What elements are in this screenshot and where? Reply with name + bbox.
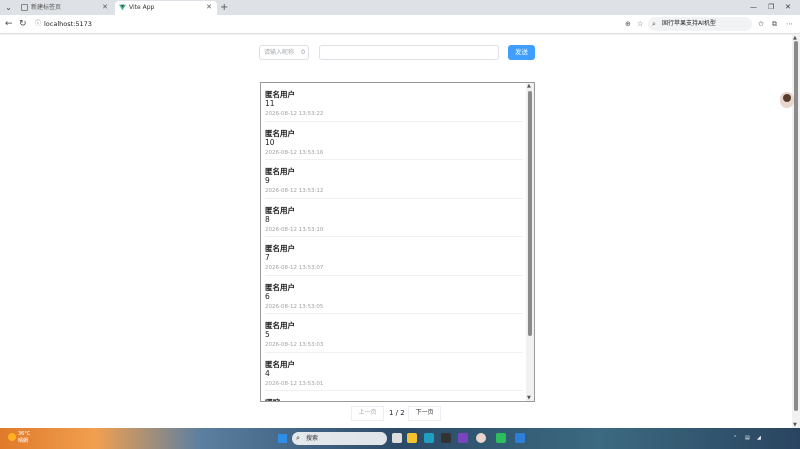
bookmark-star-icon[interactable]: ☆: [637, 17, 643, 31]
edge-browser-icon[interactable]: [424, 433, 434, 443]
file-explorer-icon[interactable]: [407, 433, 417, 443]
scrollbar-thumb[interactable]: [528, 91, 532, 336]
network-icon[interactable]: ▤: [745, 435, 750, 441]
new-tab-page-icon: [21, 4, 28, 11]
avatar-app-icon[interactable]: [476, 433, 486, 443]
tab-label: 新建标签页: [31, 4, 62, 11]
browser-tab-bar: ⌄ 新建标签页 ✕ Vite App ✕ + — ❐ ✕: [0, 0, 800, 15]
pagination: 上一页 1 / 2 下一页: [351, 406, 441, 422]
message-time: 2026-08-12 13:53:16: [265, 149, 324, 156]
message-item: 匿名用户 4 2026-08-12 13:53:01: [265, 353, 523, 391]
message-list[interactable]: 匿名用户 11 2026-08-12 13:53:22 匿名用户 10 2026-08-1…: [260, 82, 535, 402]
message-item: 哪咤: [265, 391, 523, 401]
taskbar-search[interactable]: ⌕ 搜索: [292, 432, 387, 445]
weather-temp: 36°C: [18, 431, 31, 437]
message-content: 11: [265, 99, 275, 108]
close-tab-icon[interactable]: ✕: [206, 1, 212, 14]
task-view-icon[interactable]: [392, 433, 402, 443]
scroll-up-arrow-icon[interactable]: ▲: [527, 83, 531, 89]
weather-widget[interactable]: 36°C 晴朗: [8, 431, 30, 445]
message-content: 9: [265, 176, 270, 185]
search-icon: ⌕: [652, 20, 656, 28]
message-item: 匿名用户 7 2026-08-12 13:53:07: [265, 237, 523, 276]
scroll-down-arrow-icon[interactable]: ▼: [527, 395, 531, 401]
message-item: 匿名用户 6 2026-08-12 13:53:05: [265, 276, 523, 314]
tab-vite-app[interactable]: Vite App ✕: [115, 1, 217, 15]
message-time: 2026-08-12 13:53:03: [265, 342, 324, 348]
prev-page-button[interactable]: 上一页: [351, 406, 384, 421]
message-list-scrollbar[interactable]: ▲ ▼: [526, 83, 534, 401]
message-content: 7: [265, 253, 270, 262]
minimize-icon[interactable]: —: [750, 1, 757, 14]
taskbar-search-label: 搜索: [306, 435, 319, 442]
message-content: 4: [265, 368, 270, 378]
page-content: 请输入昵称 0 发送 匿名用户 11 2026-08-12 13:53:22 匿名用户…: [0, 35, 792, 428]
page-scrollbar-thumb[interactable]: [794, 41, 798, 411]
windows-start-icon[interactable]: [278, 434, 287, 443]
url-text: localhost:5173: [44, 20, 92, 28]
message-time: 2026-08-12 13:53:05: [265, 303, 324, 310]
vscode-icon[interactable]: [515, 433, 525, 443]
search-icon: ⌕: [296, 434, 300, 442]
message-content: 10: [265, 137, 275, 147]
message-item: 匿名用户 5 2026-08-12 13:53:03: [265, 314, 523, 353]
nickname-placeholder: 请输入昵称: [264, 49, 295, 56]
message-item: 匿名用户 8 2026-08-12 13:53:10: [265, 199, 523, 237]
tab-label: Vite App: [129, 4, 155, 11]
browser-toolbar: ← ↻ ⓘ localhost:5173 ⊕ ☆ ⌕ 国行苹果支持AI机型 ✩ …: [0, 15, 800, 34]
next-page-button[interactable]: 下一页: [408, 406, 441, 421]
message-content: 5: [265, 330, 270, 339]
zoom-icon[interactable]: ⊕: [625, 17, 631, 31]
vue-logo-icon: [119, 4, 126, 11]
send-button[interactable]: 发送: [508, 45, 535, 60]
tab-list-chevron-icon[interactable]: ⌄: [3, 2, 14, 13]
nickname-input[interactable]: 请输入昵称 0: [259, 45, 309, 60]
reload-icon[interactable]: ↻: [19, 18, 27, 30]
message-time: 2026-08-12 13:53:07: [265, 265, 324, 271]
message-item: 匿名用户 9 2026-08-12 13:53:12: [265, 160, 523, 199]
search-suggestion-text: 国行苹果支持AI机型: [662, 20, 716, 27]
message-author: 哪咤: [265, 397, 280, 401]
floating-avatar[interactable]: [780, 92, 794, 108]
maximize-icon[interactable]: ❐: [768, 1, 774, 14]
wechat-icon[interactable]: [496, 433, 506, 443]
message-input[interactable]: [319, 45, 499, 60]
message-time: 2026-08-12 13:53:01: [265, 380, 324, 387]
close-window-icon[interactable]: ✕: [785, 1, 791, 14]
message-content: 8: [265, 214, 270, 224]
message-content: 6: [265, 291, 270, 301]
page-info: 1 / 2: [389, 409, 405, 417]
close-tab-icon[interactable]: ✕: [102, 1, 108, 14]
tab-new-tab[interactable]: 新建标签页 ✕: [17, 1, 113, 15]
site-info-icon[interactable]: ⓘ: [35, 17, 41, 31]
new-tab-plus-icon[interactable]: +: [220, 1, 228, 14]
weather-desc: 晴朗: [18, 438, 29, 444]
message-time: 2026-08-12 13:53:10: [265, 226, 324, 233]
volume-icon[interactable]: ◢: [757, 435, 761, 441]
page-scrollbar[interactable]: ▲ ▼: [792, 35, 800, 428]
tray-chevron-icon[interactable]: ⌃: [733, 435, 737, 441]
more-menu-icon[interactable]: ⋯: [786, 17, 793, 31]
app-icon[interactable]: [458, 433, 468, 443]
sidebar-search-box[interactable]: ⌕ 国行苹果支持AI机型: [648, 17, 752, 31]
back-arrow-icon[interactable]: ←: [5, 18, 13, 30]
address-bar[interactable]: ⓘ localhost:5173: [33, 17, 643, 31]
windows-taskbar: 36°C 晴朗 ⌕ 搜索 ⌃ ▤ ◢: [0, 428, 800, 449]
message-time: 2026-08-12 13:53:12: [265, 188, 324, 194]
extensions-icon[interactable]: ⧉: [772, 17, 777, 31]
message-item: 匿名用户 10 2026-08-12 13:53:16: [265, 122, 523, 160]
ide-app-icon[interactable]: [441, 433, 451, 443]
sun-icon: [8, 433, 16, 441]
favorites-icon[interactable]: ✩: [758, 17, 764, 31]
message-item: 匿名用户 11 2026-08-12 13:53:22: [265, 83, 523, 122]
nickname-char-count: 0: [301, 49, 305, 56]
message-time: 2026-08-12 13:53:22: [265, 111, 324, 117]
